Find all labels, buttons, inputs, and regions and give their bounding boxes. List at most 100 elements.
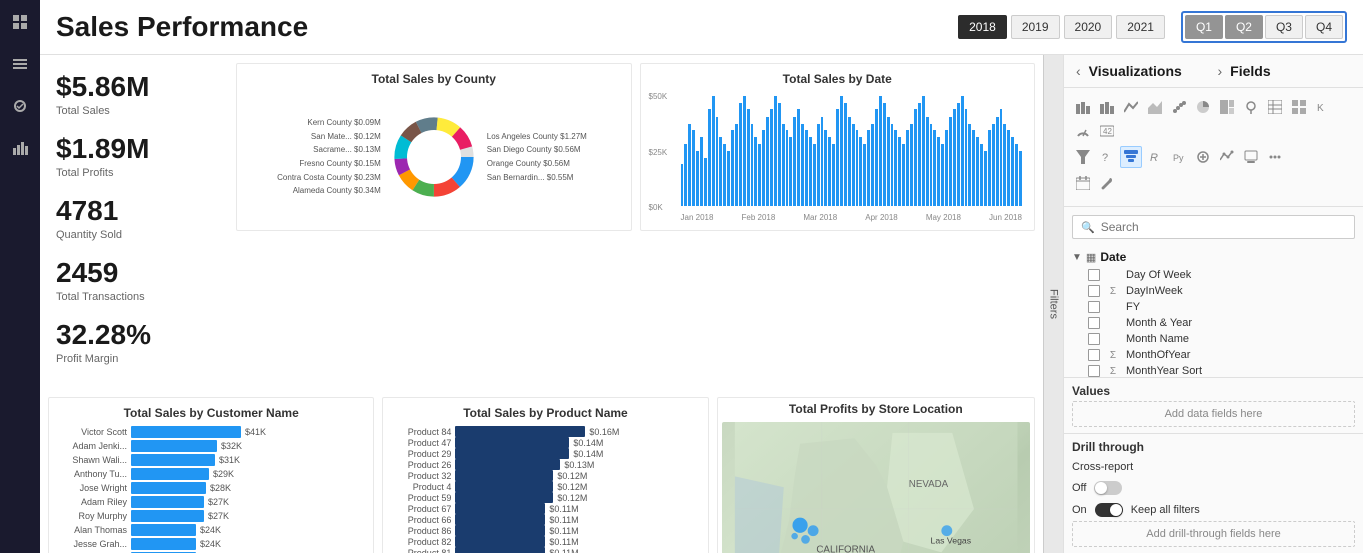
keep-filters-label: Keep all filters <box>1131 504 1200 516</box>
field-month-name[interactable]: Month Name <box>1072 331 1355 347</box>
year-btn-2018[interactable]: 2018 <box>958 15 1007 39</box>
viz-icon-r[interactable]: R <box>1144 146 1166 168</box>
customer-row-8: Jesse Grah... $24K <box>57 538 365 550</box>
nav-icon-2[interactable] <box>6 50 34 78</box>
customer-bar-1 <box>131 440 217 452</box>
viz-icon-gauge[interactable] <box>1072 120 1094 142</box>
date-bar-77 <box>980 144 983 206</box>
year-btn-2020[interactable]: 2020 <box>1064 15 1113 39</box>
viz-icon-format[interactable] <box>1192 146 1214 168</box>
county-label-left-2: Sacrame... $0.13M <box>245 143 381 157</box>
viz-icon-pie[interactable] <box>1192 96 1214 118</box>
viz-icon-area[interactable] <box>1144 96 1166 118</box>
viz-icon-line[interactable] <box>1120 96 1142 118</box>
field-month-year[interactable]: Month & Year <box>1072 315 1355 331</box>
fields-panel: 🔍 ▼ ▦ Date Day Of Week <box>1064 207 1363 377</box>
date-bar-26 <box>782 124 785 207</box>
nav-icon-1[interactable] <box>6 8 34 36</box>
x-label-may: May 2018 <box>926 213 961 222</box>
keep-filters-toggle[interactable] <box>1095 503 1123 517</box>
month-of-year-icon: Σ <box>1106 350 1120 361</box>
month-name-checkbox[interactable] <box>1088 333 1100 345</box>
county-labels-right: Los Angeles County $1.27M San Diego Coun… <box>487 130 623 184</box>
quarter-btn-q4[interactable]: Q4 <box>1305 15 1343 39</box>
product-val-0: $0.16M <box>589 427 619 437</box>
viz-icon-calendar[interactable] <box>1072 172 1094 194</box>
product-name-1: Product 47 <box>391 438 451 448</box>
field-day-of-week[interactable]: Day Of Week <box>1072 267 1355 283</box>
day-in-week-checkbox[interactable] <box>1088 285 1100 297</box>
quarter-btn-q2[interactable]: Q2 <box>1225 15 1263 39</box>
search-input[interactable] <box>1101 220 1346 234</box>
date-bar-23 <box>770 109 773 206</box>
viz-icon-more[interactable] <box>1264 146 1286 168</box>
filters-tab[interactable]: Filters <box>1043 55 1063 553</box>
viz-icon-analytics[interactable] <box>1216 146 1238 168</box>
kpi-total-sales: $5.86M Total Sales <box>56 71 220 117</box>
month-year-checkbox[interactable] <box>1088 317 1100 329</box>
viz-icon-treemap[interactable] <box>1216 96 1238 118</box>
year-btn-2019[interactable]: 2019 <box>1011 15 1060 39</box>
cross-report-toggle[interactable] <box>1094 481 1122 495</box>
viz-icon-wrench[interactable] <box>1096 172 1118 194</box>
field-fy[interactable]: FY <box>1072 299 1355 315</box>
year-btn-2021[interactable]: 2021 <box>1116 15 1165 39</box>
quarter-btn-q3[interactable]: Q3 <box>1265 15 1303 39</box>
field-monthyear-sort[interactable]: Σ MonthYear Sort <box>1072 363 1355 377</box>
kpi-transactions-value: 2459 <box>56 257 220 289</box>
drill-drop-zone[interactable]: Add drill-through fields here <box>1072 521 1355 547</box>
values-drop-zone[interactable]: Add data fields here <box>1072 401 1355 427</box>
field-month-of-year[interactable]: Σ MonthOfYear <box>1072 347 1355 363</box>
viz-icon-table[interactable] <box>1264 96 1286 118</box>
viz-icon-qna[interactable]: ? <box>1096 146 1118 168</box>
svg-text:NEVADA: NEVADA <box>908 479 948 490</box>
date-bar-3 <box>692 130 695 206</box>
date-bar-79 <box>988 130 991 206</box>
day-of-week-checkbox[interactable] <box>1088 269 1100 281</box>
date-bar-9 <box>716 117 719 206</box>
nav-icon-4[interactable] <box>6 134 34 162</box>
viz-icon-kpi[interactable]: K <box>1312 96 1334 118</box>
customer-bar-7 <box>131 524 196 536</box>
viz-icon-col[interactable] <box>1096 96 1118 118</box>
viz-icon-scatter[interactable] <box>1168 96 1190 118</box>
viz-icon-bar[interactable] <box>1072 96 1094 118</box>
fy-checkbox[interactable] <box>1088 301 1100 313</box>
date-bar-85 <box>1011 137 1014 206</box>
day-of-week-label: Day Of Week <box>1126 269 1191 281</box>
customer-name-6: Roy Murphy <box>57 511 127 521</box>
viz-icon-funnel[interactable] <box>1072 146 1094 168</box>
customer-bars: Victor Scott $41K Adam Jenki... $32K Sha… <box>57 426 365 553</box>
viz-icon-map[interactable] <box>1240 96 1262 118</box>
product-row-1: Product 47 $0.14M <box>391 437 699 448</box>
viz-icon-card[interactable]: 42 <box>1096 120 1118 142</box>
kpi-transactions-label: Total Transactions <box>56 291 220 303</box>
fields-search-box[interactable]: 🔍 <box>1072 215 1355 239</box>
monthyear-sort-checkbox[interactable] <box>1088 365 1100 377</box>
right-arrow-icon[interactable]: › <box>1218 63 1223 79</box>
quarter-btn-q1[interactable]: Q1 <box>1185 15 1223 39</box>
product-row-4: Product 32 $0.12M <box>391 470 699 481</box>
date-bar-45 <box>856 130 859 206</box>
date-bar-63 <box>926 117 929 206</box>
date-bar-17 <box>747 109 750 206</box>
date-bar-69 <box>949 117 952 206</box>
viz-icon-matrix[interactable] <box>1288 96 1310 118</box>
customer-name-7: Alan Thomas <box>57 525 127 535</box>
nav-icon-3[interactable] <box>6 92 34 120</box>
left-arrow-icon[interactable]: ‹ <box>1076 63 1081 79</box>
date-group-header[interactable]: ▼ ▦ Date <box>1072 247 1355 267</box>
date-bar-13 <box>731 130 734 206</box>
product-row-10: Product 82 $0.11M <box>391 536 699 547</box>
month-of-year-checkbox[interactable] <box>1088 349 1100 361</box>
product-val-9: $0.11M <box>549 526 578 536</box>
x-label-feb: Feb 2018 <box>742 213 776 222</box>
viz-icon-decomp[interactable] <box>1120 146 1142 168</box>
left-sidebar <box>0 0 40 553</box>
viz-icon-py[interactable]: Py <box>1168 146 1190 168</box>
viz-icon-paint[interactable] <box>1240 146 1262 168</box>
field-day-in-week[interactable]: Σ DayInWeek <box>1072 283 1355 299</box>
date-bar-43 <box>848 117 851 206</box>
date-bar-70 <box>953 109 956 206</box>
product-bar-11 <box>455 547 545 553</box>
